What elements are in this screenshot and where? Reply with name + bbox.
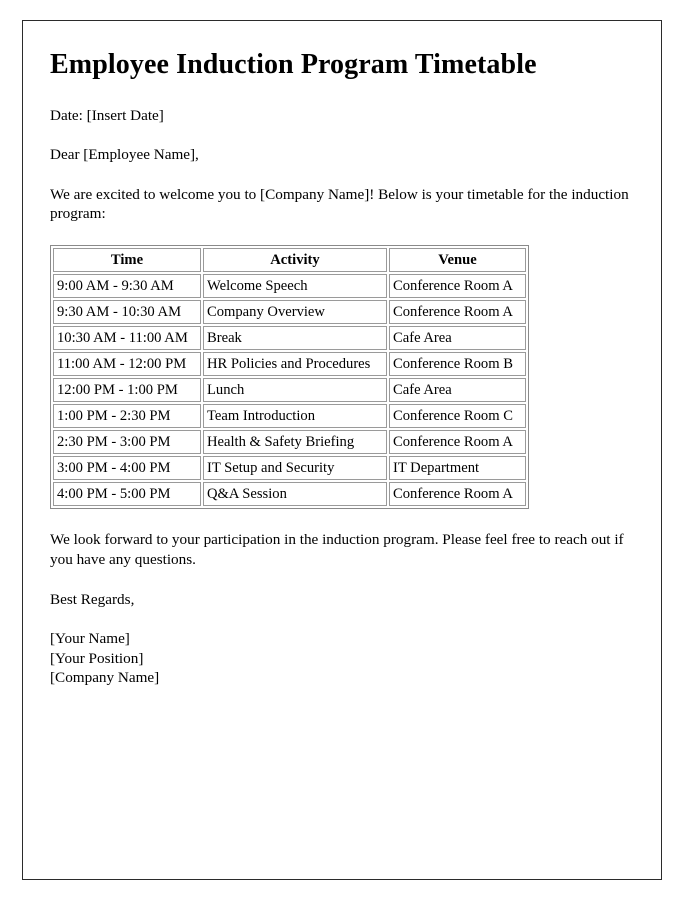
cell-activity: Break xyxy=(203,326,387,351)
cell-venue: Cafe Area xyxy=(389,326,526,351)
cell-venue: Conference Room C xyxy=(389,404,526,429)
signature-block: [Your Name] [Your Position] [Company Nam… xyxy=(50,629,636,687)
table-row: 9:00 AM - 9:30 AM Welcome Speech Conferenc… xyxy=(53,274,526,299)
cell-time: 9:30 AM - 10:30 AM xyxy=(53,300,201,325)
signature-position: [Your Position] xyxy=(50,649,144,667)
cell-activity: Q&A Session xyxy=(203,482,387,507)
table-row: 9:30 AM - 10:30 AM Company Overview Confer… xyxy=(53,300,526,325)
signature-company: [Company Name] xyxy=(50,668,160,686)
cell-time: 9:00 AM - 9:30 AM xyxy=(53,274,201,299)
cell-activity: Welcome Speech xyxy=(203,274,387,299)
cell-time: 10:30 AM - 11:00 AM xyxy=(53,326,201,351)
table-row: 4:00 PM - 5:00 PM Q&A Session Conference R… xyxy=(53,482,526,507)
table-row: 12:00 PM - 1:00 PM Lunch Cafe Area xyxy=(53,378,526,403)
cell-activity: Lunch xyxy=(203,378,387,403)
closing-paragraph: We look forward to your participation in… xyxy=(50,531,624,568)
cell-time: 1:00 PM - 2:30 PM xyxy=(53,404,201,429)
document-body: Employee Induction Program Timetable Dat… xyxy=(50,49,636,687)
cell-activity: Company Overview xyxy=(203,300,387,325)
cell-time: 4:00 PM - 5:00 PM xyxy=(53,482,201,507)
sign-off-line: Best Regards, xyxy=(50,590,135,608)
cell-activity: Team Introduction xyxy=(203,404,387,429)
page-title: Employee Induction Program Timetable xyxy=(50,49,537,80)
cell-time: 11:00 AM - 12:00 PM xyxy=(53,352,201,377)
cell-venue: Conference Room A xyxy=(389,274,526,299)
timetable-body: 9:00 AM - 9:30 AM Welcome Speech Conferenc… xyxy=(53,274,526,507)
column-header-activity: Activity xyxy=(203,248,387,273)
cell-venue: Conference Room A xyxy=(389,482,526,507)
salutation-line: Dear [Employee Name], xyxy=(50,146,199,164)
table-row: 1:00 PM - 2:30 PM Team Introduction Confer… xyxy=(53,404,526,429)
table-row: 10:30 AM - 11:00 AM Break Cafe Area xyxy=(53,326,526,351)
cell-time: 12:00 PM - 1:00 PM xyxy=(53,378,201,403)
signature-name: [Your Name] xyxy=(50,630,130,648)
column-header-time: Time xyxy=(53,248,201,273)
cell-venue: Conference Room B xyxy=(389,352,526,377)
document-page: Employee Induction Program Timetable Dat… xyxy=(22,20,662,880)
cell-venue: Cafe Area xyxy=(389,378,526,403)
table-row: 2:30 PM - 3:00 PM Health & Safety Briefin… xyxy=(53,430,526,455)
cell-activity: Health & Safety Briefing xyxy=(203,430,387,455)
table-row: 3:00 PM - 4:00 PM IT Setup and Security IT… xyxy=(53,456,526,481)
cell-venue: IT Department xyxy=(389,456,526,481)
column-header-venue: Venue xyxy=(389,248,526,273)
cell-venue: Conference Room A xyxy=(389,430,526,455)
table-row: 11:00 AM - 12:00 PM HR Policies and Proce… xyxy=(53,352,526,377)
cell-activity: IT Setup and Security xyxy=(203,456,387,481)
induction-timetable: Time Activity Venue 9:00 AM - 9:30 AM Wel… xyxy=(50,245,529,510)
date-line: Date: [Insert Date] xyxy=(50,107,164,125)
table-header-row: Time Activity Venue xyxy=(53,248,526,273)
timetable-container: Time Activity Venue 9:00 AM - 9:30 AM Wel… xyxy=(50,245,636,510)
cell-time: 2:30 PM - 3:00 PM xyxy=(53,430,201,455)
cell-venue: Conference Room A xyxy=(389,300,526,325)
cell-time: 3:00 PM - 4:00 PM xyxy=(53,456,201,481)
intro-paragraph: We are excited to welcome you to [Compan… xyxy=(50,185,629,223)
cell-activity: HR Policies and Procedures xyxy=(203,352,387,377)
